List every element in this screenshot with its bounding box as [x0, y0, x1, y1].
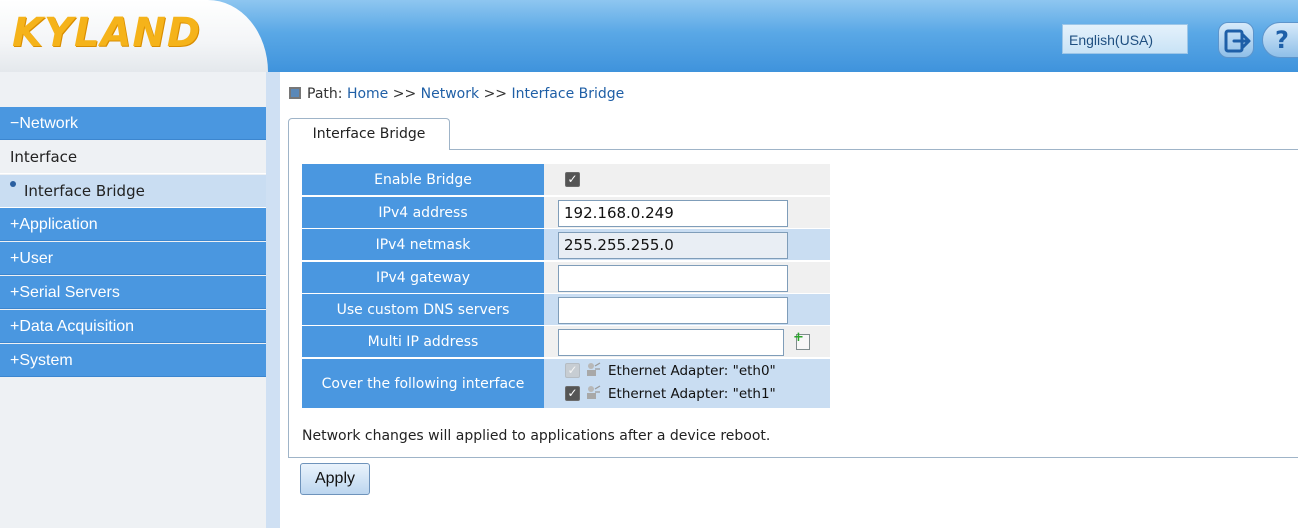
row-multi-ip: Multi IP address + — [302, 326, 830, 358]
row-cover-interfaces: Cover the following interface ✓ Ethernet… — [302, 359, 830, 409]
sidebar-item-label: Interface — [10, 148, 78, 166]
ipv4-netmask-cell: 255.255.255.0 — [544, 229, 830, 261]
ipv4-address-label: IPv4 address — [302, 197, 544, 229]
sidebar-group-system[interactable]: +System — [0, 344, 266, 377]
sidebar-item-interface[interactable]: Interface — [0, 141, 266, 174]
sidebar-group-user[interactable]: +User — [0, 242, 266, 275]
ipv4-gateway-input[interactable] — [558, 265, 788, 292]
apply-button[interactable]: Apply — [300, 463, 370, 495]
ipv4-gateway-cell — [544, 262, 830, 294]
breadcrumb: Path: Home >> Network >> Interface Bridg… — [289, 86, 624, 102]
breadcrumb-home-link[interactable]: Home — [347, 86, 388, 102]
eth1-adapter-label: Ethernet Adapter: "eth1" — [608, 386, 776, 402]
breadcrumb-network-link[interactable]: Network — [421, 86, 479, 102]
enable-bridge-checkbox[interactable]: ✓ — [565, 172, 580, 187]
ipv4-address-input[interactable]: 192.168.0.249 — [558, 200, 788, 227]
row-ipv4-gateway: IPv4 gateway — [302, 262, 830, 294]
row-ipv4-address: IPv4 address 192.168.0.249 — [302, 197, 830, 229]
breadcrumb-separator: >> — [483, 86, 508, 102]
sidebar-item-interface-bridge[interactable]: Interface Bridge — [0, 175, 266, 208]
cover-interfaces-label: Cover the following interface — [302, 359, 544, 409]
custom-dns-label: Use custom DNS servers — [302, 294, 544, 326]
custom-dns-cell — [544, 294, 830, 326]
logout-arrow-icon — [1224, 29, 1251, 53]
help-button[interactable]: ? — [1262, 22, 1298, 58]
multi-ip-label: Multi IP address — [302, 326, 544, 358]
panel-border-bottom — [288, 457, 1298, 458]
path-square-icon — [289, 87, 301, 99]
row-enable-bridge: Enable Bridge ✓ — [302, 164, 830, 196]
sidebar-group-network[interactable]: −Network — [0, 107, 266, 140]
ipv4-netmask-label: IPv4 netmask — [302, 229, 544, 261]
reboot-note: Network changes will applied to applicat… — [302, 428, 771, 444]
enable-bridge-cell: ✓ — [544, 164, 830, 196]
ipv4-gateway-label: IPv4 gateway — [302, 262, 544, 294]
sidebar-item-label: Interface Bridge — [24, 182, 145, 200]
breadcrumb-current[interactable]: Interface Bridge — [512, 86, 625, 102]
language-selector[interactable]: English(USA) — [1062, 24, 1188, 54]
sidebar-group-serial-servers[interactable]: +Serial Servers — [0, 276, 266, 309]
add-file-icon[interactable]: + — [793, 330, 810, 350]
network-adapter-icon — [587, 362, 601, 376]
cover-interfaces-cell: ✓ Ethernet Adapter: "eth0" ✓ Ethernet Ad… — [544, 359, 830, 409]
active-bullet-icon — [10, 181, 16, 187]
eth0-adapter-label: Ethernet Adapter: "eth0" — [608, 363, 776, 379]
ipv4-address-cell: 192.168.0.249 — [544, 197, 830, 229]
enable-bridge-label: Enable Bridge — [302, 164, 544, 196]
row-custom-dns: Use custom DNS servers — [302, 294, 830, 326]
network-adapter-icon — [587, 385, 601, 399]
multi-ip-input[interactable] — [558, 329, 784, 356]
row-ipv4-netmask: IPv4 netmask 255.255.255.0 — [302, 229, 830, 261]
logo-area: KYLAND — [0, 0, 268, 72]
help-question-icon: ? — [1275, 26, 1289, 54]
tab-interface-bridge[interactable]: Interface Bridge — [288, 118, 450, 150]
breadcrumb-prefix: Path: — [307, 86, 343, 102]
custom-dns-input[interactable] — [558, 297, 788, 324]
panel-border-left — [288, 149, 289, 458]
eth0-checkbox[interactable]: ✓ — [565, 363, 580, 378]
breadcrumb-separator: >> — [392, 86, 417, 102]
multi-ip-cell: + — [544, 326, 830, 358]
sidebar-divider — [266, 72, 280, 528]
sidebar-group-data-acquisition[interactable]: +Data Acquisition — [0, 310, 266, 343]
kyland-logo: KYLAND — [12, 10, 202, 56]
top-header: KYLAND English(USA) ? — [0, 0, 1298, 72]
eth1-checkbox[interactable]: ✓ — [565, 386, 580, 401]
logout-button[interactable] — [1218, 22, 1254, 58]
tab-divider — [450, 149, 1298, 150]
sidebar-group-application[interactable]: +Application — [0, 208, 266, 241]
ipv4-netmask-input[interactable]: 255.255.255.0 — [558, 232, 788, 259]
